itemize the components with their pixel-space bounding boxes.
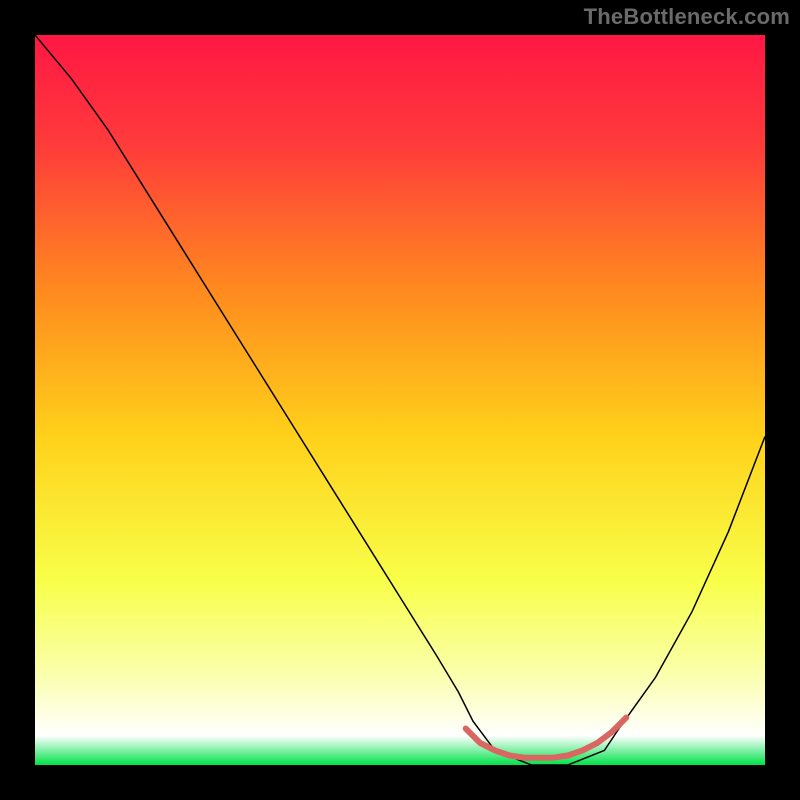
chart-frame <box>35 35 765 765</box>
bottleneck-chart <box>35 35 765 765</box>
attribution-text: TheBottleneck.com <box>584 4 790 30</box>
chart-background <box>35 35 765 765</box>
